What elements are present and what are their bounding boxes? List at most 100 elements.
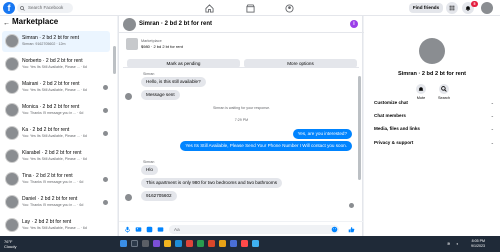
- app-icon[interactable]: [230, 240, 237, 247]
- section-label: Privacy & support: [374, 140, 414, 145]
- gif-icon[interactable]: [157, 226, 164, 233]
- listing-price-title[interactable]: $980 · 2 bd 2 bt for rent: [141, 44, 183, 49]
- app-icon[interactable]: [252, 240, 259, 247]
- conversation-snippet: You: Yes Its Still Available, Please ...…: [22, 65, 87, 69]
- contact-avatar[interactable]: [419, 38, 445, 64]
- volume-icon[interactable]: ◖: [456, 241, 458, 246]
- time: 8:05 PM: [471, 239, 485, 243]
- outgoing-message: Yes, are you interested?: [292, 129, 352, 139]
- mute-button[interactable]: Mute: [411, 84, 431, 100]
- section-label: Media, files and links: [374, 126, 420, 131]
- conversation-title: Lay · 2 bd 2 bt for rent: [22, 219, 72, 225]
- marketplace-icon[interactable]: [242, 2, 258, 14]
- emoji-icon[interactable]: [331, 226, 338, 233]
- chat-panel: Simran · 2 bd 2 bt for rent i Marketplac…: [118, 16, 364, 236]
- conversation-snippet: You: Yes Its Still Available, Please ...…: [22, 157, 87, 161]
- message-input[interactable]: Aa: [169, 225, 339, 234]
- contact-name: Simran · 2 bd 2 bt for rent: [397, 71, 467, 77]
- groups-icon[interactable]: [281, 2, 297, 14]
- search-icon: [441, 86, 447, 92]
- conversation-item[interactable]: Monica · 2 bd 2 bt for rent You: Thanks …: [2, 100, 110, 121]
- app-icon[interactable]: [197, 240, 204, 247]
- chevron-down-icon: ⌄: [490, 113, 494, 118]
- avatar: [5, 195, 19, 209]
- teams-icon[interactable]: [153, 240, 160, 247]
- privacy-support-section[interactable]: Privacy & support ⌄: [374, 140, 494, 145]
- sidebar-title: Marketplace: [12, 17, 59, 26]
- media-files-links-section[interactable]: Media, files and links ⌄: [374, 126, 494, 131]
- sender-name: Simran: [143, 160, 155, 164]
- conversation-snippet: You: Thanks I'll message you in ... · 6d: [22, 180, 84, 184]
- microphone-icon[interactable]: [124, 226, 131, 233]
- sender-name: Simran: [143, 72, 155, 76]
- sticker-icon[interactable]: [146, 226, 153, 233]
- conversation-item[interactable]: Klarabel · 2 bd 2 bt for rent You: Yes I…: [2, 146, 110, 167]
- os-taskbar: 76°F Cloudy ≋ ◖ 8:05 PM 9/1/2023: [0, 236, 500, 252]
- start-icon[interactable]: [120, 240, 127, 247]
- menu-icon[interactable]: [446, 2, 458, 14]
- conversation-item[interactable]: Norberto · 2 bd 2 bt for rent You: Yes I…: [2, 54, 110, 75]
- listing-label: Marketplace: [141, 39, 162, 43]
- outgoing-message: Yes Its Still Available, Please Send You…: [180, 141, 352, 151]
- incoming-message: Hlo: [141, 165, 158, 175]
- section-label: Chat members: [374, 113, 406, 118]
- conversation-item[interactable]: Lay · 2 bd 2 bt for rent You: Yes Its St…: [2, 215, 110, 236]
- chat-title[interactable]: Simran · 2 bd 2 bt for rent: [139, 21, 212, 27]
- conversation-item[interactable]: Simran · 2 bd 2 bt for rent Simran: 9162…: [2, 31, 110, 52]
- conversation-snippet: You: Yes Its Still Available, Please ...…: [22, 88, 87, 92]
- mark-pending-button[interactable]: Mark as pending: [127, 59, 240, 68]
- chevron-down-icon: ⌄: [490, 140, 494, 145]
- profile-avatar[interactable]: [481, 2, 493, 14]
- conversation-item[interactable]: Mairani · 2 bd 2 bt for rent You: Yes It…: [2, 77, 110, 98]
- home-icon[interactable]: [201, 2, 217, 14]
- read-receipt-avatar: [103, 200, 108, 205]
- incoming-message: 9162705602: [141, 191, 177, 201]
- chat-members-section[interactable]: Chat members ⌄: [374, 113, 494, 118]
- incoming-message: Message sent: [141, 90, 180, 100]
- weather-condition: Cloudy: [4, 243, 17, 249]
- sidebar-scrollbar[interactable]: [113, 46, 116, 74]
- office-icon[interactable]: [208, 240, 215, 247]
- conversation-item[interactable]: Ka · 2 bd 2 bt for rent You: Yes Its Sti…: [2, 123, 110, 144]
- conversation-title: Klarabel · 2 bd 2 bt for rent: [22, 150, 82, 156]
- search-button[interactable]: Search: [434, 84, 454, 100]
- avatar: [5, 172, 19, 186]
- avatar: [5, 80, 19, 94]
- chevron-down-icon: ⌄: [490, 100, 494, 105]
- chrome-icon[interactable]: [219, 240, 226, 247]
- customize-chat-section[interactable]: Customize chat ⌄: [374, 100, 494, 105]
- avatar: [5, 149, 19, 163]
- file-explorer-icon[interactable]: [164, 240, 171, 247]
- waiting-notice: Simran is waiting for your response.: [212, 106, 271, 110]
- chat-scrollbar[interactable]: [358, 76, 361, 180]
- image-icon[interactable]: [135, 226, 142, 233]
- facebook-logo[interactable]: f: [3, 2, 15, 14]
- conversation-title: Norberto · 2 bd 2 bt for rent: [22, 58, 83, 64]
- search-taskbar-icon[interactable]: [131, 240, 138, 247]
- more-options-button[interactable]: More options: [244, 59, 357, 68]
- conversation-item[interactable]: Tina · 2 bd 2 bt for rent You: Thanks I'…: [2, 169, 110, 190]
- store-icon[interactable]: [186, 240, 193, 247]
- like-icon[interactable]: [348, 226, 355, 233]
- bell-icon: [418, 87, 424, 91]
- conversation-snippet: Simran: 9162705602 · 12m: [22, 42, 66, 46]
- read-receipt-avatar: [103, 85, 108, 90]
- avatar: [125, 93, 132, 100]
- conversation-title: Mairani · 2 bd 2 bt for rent: [22, 81, 80, 87]
- task-view-icon[interactable]: [142, 240, 149, 247]
- clock[interactable]: 8:05 PM 9/1/2023: [471, 239, 485, 248]
- find-friends-button[interactable]: Find friends: [409, 3, 443, 13]
- app-icon[interactable]: [241, 240, 248, 247]
- search-input[interactable]: Search Facebook: [17, 3, 73, 13]
- weather-widget[interactable]: 76°F Cloudy: [4, 239, 17, 249]
- edge-icon[interactable]: [175, 240, 182, 247]
- chat-avatar[interactable]: [123, 18, 136, 31]
- network-icon[interactable]: ≋: [447, 241, 450, 246]
- avatar: [5, 103, 19, 117]
- conversation-item[interactable]: Daniel · 2 bd 2 bt for rent You: Thanks …: [2, 192, 110, 213]
- listing-thumbnail[interactable]: [126, 38, 138, 50]
- back-arrow-icon[interactable]: ←: [3, 20, 10, 27]
- seen-avatar: [349, 203, 354, 208]
- incoming-message: Hello, is this still available?: [141, 77, 206, 87]
- info-icon[interactable]: i: [350, 20, 358, 28]
